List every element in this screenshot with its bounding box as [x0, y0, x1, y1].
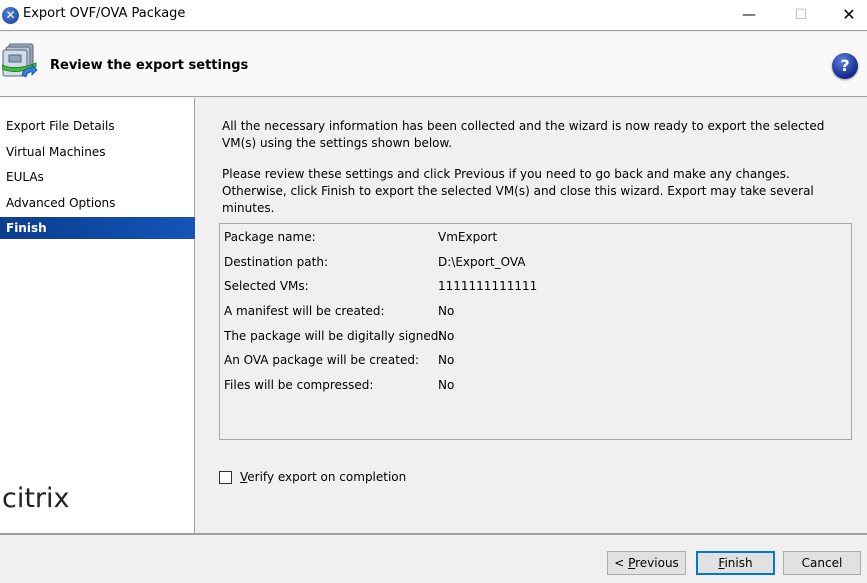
- vm-export-icon: [2, 43, 38, 78]
- page-title: Review the export settings: [50, 58, 249, 73]
- settings-summary: Package name: VmExport Destination path:…: [219, 223, 852, 440]
- help-icon[interactable]: ?: [832, 53, 858, 79]
- wizard-steps-sidebar: Export File Details Virtual Machines EUL…: [0, 98, 195, 533]
- xencenter-app-icon: ✕: [2, 7, 19, 24]
- summary-value: VmExport: [438, 230, 498, 244]
- citrix-logo: citrix: [2, 483, 70, 514]
- window-title: Export OVF/OVA Package: [23, 6, 186, 21]
- verify-export-checkbox[interactable]: [219, 471, 232, 484]
- summary-label: An OVA package will be created:: [224, 353, 419, 367]
- intro-text: All the necessary information has been c…: [222, 119, 825, 150]
- title-bar: ✕ Export OVF/OVA Package — ☐ ✕: [0, 0, 867, 31]
- sidebar-item-eulas[interactable]: EULAs: [0, 166, 195, 188]
- summary-label: Selected VMs:: [224, 279, 309, 293]
- wizard-header: Review the export settings ?: [0, 32, 867, 97]
- summary-value: No: [438, 378, 455, 392]
- previous-button[interactable]: < Previous: [607, 551, 686, 575]
- summary-value: D:\Export_OVA: [438, 255, 526, 269]
- label-rest: erify export on completion: [247, 470, 407, 484]
- finish-button[interactable]: Finish: [696, 551, 775, 575]
- sidebar-item-finish[interactable]: Finish: [0, 217, 195, 239]
- summary-label: Destination path:: [224, 255, 328, 269]
- instructions-text: Please review these settings and click P…: [222, 167, 814, 215]
- summary-label: A manifest will be created:: [224, 304, 385, 318]
- prefix: <: [614, 556, 629, 570]
- cancel-button[interactable]: Cancel: [783, 551, 861, 575]
- summary-label: Files will be compressed:: [224, 378, 374, 392]
- verify-export-label[interactable]: Verify export on completion: [240, 470, 406, 484]
- main-panel: All the necessary information has been c…: [196, 98, 867, 533]
- summary-value: No: [438, 353, 455, 367]
- close-button[interactable]: ✕: [826, 0, 867, 31]
- label-rest: revious: [635, 556, 679, 570]
- summary-label: The package will be digitally signed:: [224, 329, 443, 343]
- summary-value: No: [438, 329, 455, 343]
- export-ovf-ova-dialog: ✕ Export OVF/OVA Package — ☐ ✕ Review th…: [0, 0, 867, 583]
- wizard-footer: < Previous Finish Cancel: [0, 533, 867, 583]
- label-rest: inish: [724, 556, 753, 570]
- sidebar-item-advanced-options[interactable]: Advanced Options: [0, 192, 195, 214]
- sidebar-item-virtual-machines[interactable]: Virtual Machines: [0, 141, 195, 163]
- summary-value: No: [438, 304, 455, 318]
- summary-value: 1111111111111: [438, 279, 538, 293]
- sidebar-item-export-file-details[interactable]: Export File Details: [0, 115, 195, 137]
- summary-label: Package name:: [224, 230, 316, 244]
- maximize-button[interactable]: ☐: [778, 0, 824, 31]
- minimize-button[interactable]: —: [726, 0, 772, 31]
